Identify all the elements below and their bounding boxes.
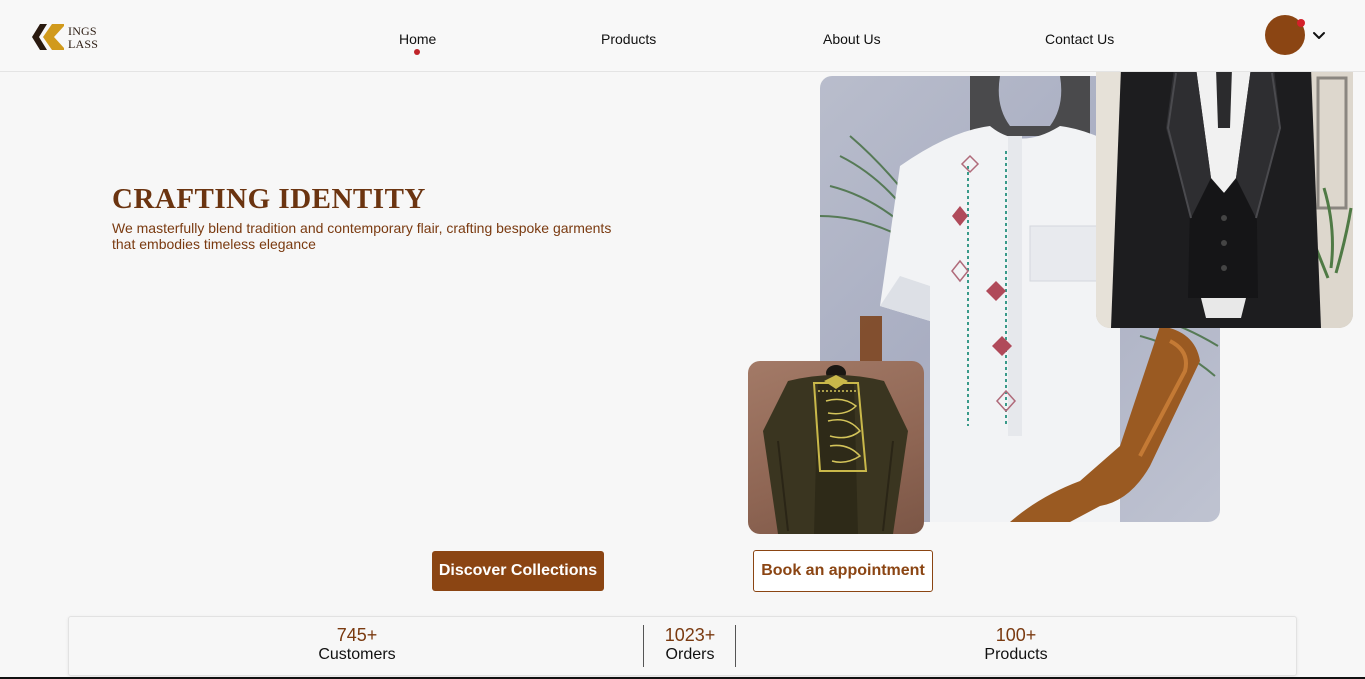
agbada-image [748,361,924,534]
logo-text: INGS LASS [68,25,98,51]
black-suit-image [1096,68,1353,328]
stat-customers-value: 745+ [336,625,378,645]
nav-home[interactable]: Home [399,31,436,47]
nav-products[interactable]: Products [601,31,656,47]
stat-orders-label: Orders [665,646,715,663]
stat-customers: 745+ Customers [297,625,417,665]
navbar: INGS LASS Home Products About Us Contact… [0,0,1365,72]
book-appointment-button[interactable]: Book an appointment [753,550,933,592]
hero-subtitle: We masterfully blend tradition and conte… [112,220,612,252]
logo-mark-icon [32,24,64,50]
nav-contact-us[interactable]: Contact Us [1045,31,1114,47]
brand-logo[interactable]: INGS LASS [30,22,110,54]
agbada-illustration [763,365,908,534]
hero-title: CRAFTING IDENTITY [112,183,426,215]
chevron-down-icon[interactable] [1311,28,1327,44]
stat-orders-value: 1023+ [664,625,716,645]
stats-divider [735,625,736,667]
stat-orders: 1023+ Orders [655,625,725,665]
stat-products-label: Products [984,646,1048,663]
stats-divider [643,625,644,667]
stats-bar: 745+ Customers 1023+ Orders 100+ Product… [68,616,1297,676]
logo-text-line2: LASS [68,37,99,51]
discover-collections-button[interactable]: Discover Collections [432,551,604,591]
stat-products-value: 100+ [995,625,1037,645]
stat-products: 100+ Products [956,625,1076,665]
active-indicator-dot [414,49,420,55]
notification-dot [1297,19,1305,27]
nav-about-us[interactable]: About Us [823,31,881,47]
stat-customers-label: Customers [318,646,396,663]
black-suit-illustration [1096,68,1353,328]
